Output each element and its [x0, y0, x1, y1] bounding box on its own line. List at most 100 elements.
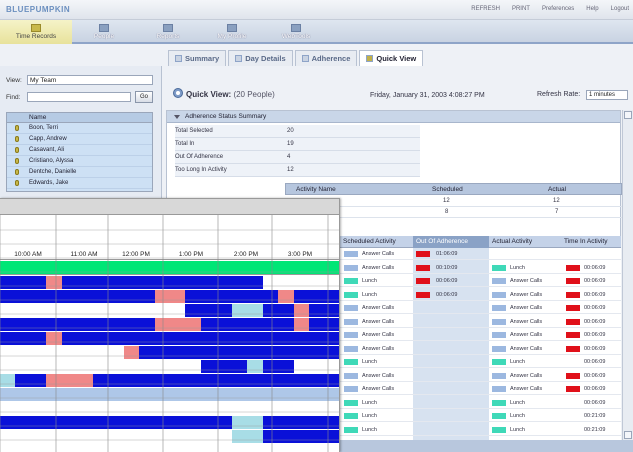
- schedule-block[interactable]: [123, 346, 140, 359]
- schedule-block[interactable]: [309, 318, 326, 331]
- schedule-block[interactable]: [0, 318, 16, 331]
- schedule-block[interactable]: [139, 430, 156, 443]
- schedule-block[interactable]: [15, 374, 32, 387]
- table-row[interactable]: Lunch Lunch 00:06:09: [340, 357, 621, 368]
- schedule-block[interactable]: [0, 374, 16, 387]
- schedule-block[interactable]: [46, 374, 63, 387]
- schedule-block[interactable]: [200, 304, 217, 317]
- schedule-block[interactable]: [262, 290, 279, 303]
- time-in-activity-header[interactable]: Time In Activity: [564, 236, 607, 248]
- schedule-block[interactable]: [231, 276, 248, 289]
- schedule-block[interactable]: [154, 346, 171, 359]
- list-item[interactable]: Dentche, Danielle: [7, 167, 152, 178]
- table-row[interactable]: Answer Calls Answer Calls 00:06:09: [340, 317, 621, 328]
- tab-time-records[interactable]: Time Records: [0, 20, 72, 44]
- schedule-block[interactable]: [108, 332, 125, 345]
- schedule-block[interactable]: [77, 304, 94, 317]
- schedule-block[interactable]: [278, 318, 295, 331]
- schedule-block[interactable]: [200, 402, 217, 415]
- schedule-block[interactable]: [170, 388, 186, 401]
- schedule-block[interactable]: [324, 346, 339, 359]
- schedule-block[interactable]: [92, 290, 109, 303]
- tab-my-profile[interactable]: My Profile: [200, 20, 264, 44]
- schedule-block[interactable]: [139, 318, 156, 331]
- schedule-block[interactable]: [123, 402, 140, 415]
- schedule-block[interactable]: [309, 374, 326, 387]
- schedule-block[interactable]: [0, 332, 16, 345]
- schedule-block[interactable]: [123, 430, 140, 443]
- schedule-block[interactable]: [278, 332, 295, 345]
- schedule-block[interactable]: [278, 290, 295, 303]
- schedule-block[interactable]: [15, 276, 32, 289]
- schedule-block[interactable]: [185, 332, 202, 345]
- schedule-block[interactable]: [154, 332, 171, 345]
- schedule-block[interactable]: [139, 360, 156, 373]
- schedule-block[interactable]: [170, 304, 186, 317]
- schedule-block[interactable]: [154, 360, 171, 373]
- schedule-block[interactable]: [170, 360, 186, 373]
- schedule-block[interactable]: [30, 430, 47, 443]
- schedule-block[interactable]: [92, 318, 109, 331]
- table-row[interactable]: Answer Calls Answer Calls 00:06:09: [340, 330, 621, 341]
- schedule-block[interactable]: [108, 318, 125, 331]
- schedule-block[interactable]: [139, 290, 156, 303]
- table-row[interactable]: Answer Calls Answer Calls 00:06:09: [340, 384, 621, 395]
- schedule-block[interactable]: [293, 304, 310, 317]
- schedule-block[interactable]: [247, 276, 264, 289]
- schedule-block[interactable]: [278, 416, 295, 429]
- refresh-rate-select[interactable]: 1 minutes: [586, 90, 628, 100]
- tab-webtools[interactable]: WebTools: [264, 20, 328, 44]
- table-row[interactable]: Lunch Lunch 00:21:09: [340, 411, 621, 422]
- schedule-block[interactable]: [77, 332, 94, 345]
- schedule-block[interactable]: [216, 346, 233, 359]
- schedule-block[interactable]: [46, 430, 63, 443]
- schedule-block[interactable]: [278, 402, 295, 415]
- schedule-block[interactable]: [77, 360, 94, 373]
- schedule-block[interactable]: [61, 318, 78, 331]
- schedule-block[interactable]: [108, 388, 125, 401]
- actual-header[interactable]: Actual: [548, 184, 566, 195]
- schedule-block[interactable]: [0, 290, 16, 303]
- adherence-summary-header[interactable]: Adherence Status Summary: [167, 111, 620, 123]
- schedule-block[interactable]: [293, 402, 310, 415]
- schedule-block[interactable]: [309, 276, 326, 289]
- table-row[interactable]: Lunch 00:06:09 Answer Calls 00:06:09: [340, 276, 621, 287]
- schedule-block[interactable]: [123, 332, 140, 345]
- schedule-block[interactable]: [123, 416, 140, 429]
- go-button[interactable]: Go: [135, 91, 153, 103]
- schedule-block[interactable]: [216, 430, 233, 443]
- schedule-block[interactable]: [309, 402, 326, 415]
- schedule-block[interactable]: [92, 430, 109, 443]
- schedule-block[interactable]: [231, 374, 248, 387]
- schedule-block[interactable]: [46, 276, 63, 289]
- schedule-block[interactable]: [123, 360, 140, 373]
- schedule-block[interactable]: [15, 290, 32, 303]
- schedule-block[interactable]: [61, 374, 78, 387]
- schedule-block[interactable]: [247, 360, 264, 373]
- schedule-block[interactable]: [108, 304, 125, 317]
- schedule-block[interactable]: [154, 416, 171, 429]
- schedule-block[interactable]: [108, 290, 125, 303]
- schedule-block[interactable]: [108, 276, 125, 289]
- schedule-block[interactable]: [247, 346, 264, 359]
- schedule-block[interactable]: [170, 416, 186, 429]
- table-row[interactable]: Answer Calls Answer Calls 00:06:09: [340, 344, 621, 355]
- schedule-block[interactable]: [123, 304, 140, 317]
- schedule-block[interactable]: [139, 388, 156, 401]
- schedule-block[interactable]: [139, 374, 156, 387]
- schedule-block[interactable]: [154, 402, 171, 415]
- schedule-block[interactable]: [15, 346, 32, 359]
- schedule-block[interactable]: [108, 360, 125, 373]
- schedule-block[interactable]: [262, 276, 279, 289]
- schedule-block[interactable]: [0, 430, 16, 443]
- tab-reports[interactable]: Reports: [136, 20, 200, 44]
- schedule-block[interactable]: [293, 318, 310, 331]
- schedule-block[interactable]: [170, 346, 186, 359]
- schedule-block[interactable]: [309, 346, 326, 359]
- schedule-block[interactable]: [61, 290, 78, 303]
- table-row[interactable]: Lunch 00:06:09 Answer Calls 00:06:09: [340, 290, 621, 301]
- schedule-block[interactable]: [77, 402, 94, 415]
- scheduled-activity-header[interactable]: Scheduled Activity: [343, 236, 396, 248]
- schedule-block[interactable]: [77, 318, 94, 331]
- schedule-block[interactable]: [231, 290, 248, 303]
